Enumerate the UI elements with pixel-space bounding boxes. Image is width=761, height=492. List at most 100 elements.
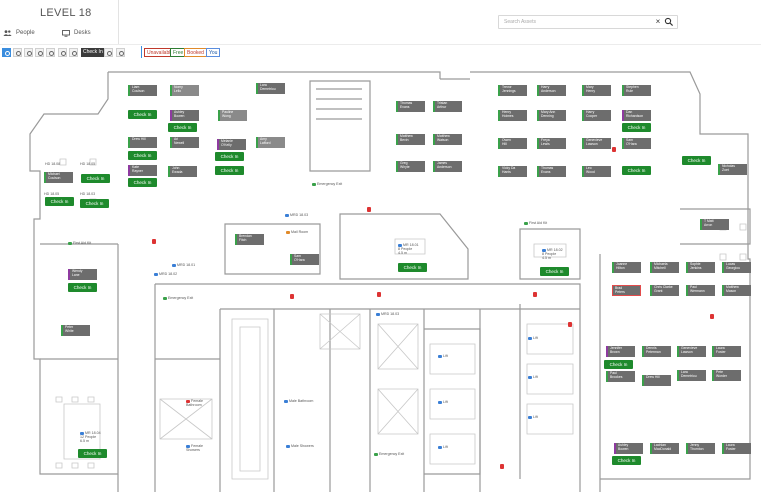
desk[interactable]: Jennifer Brown <box>606 346 635 357</box>
target-icon[interactable] <box>13 48 22 57</box>
desk[interactable]: Sam O'Hara <box>290 254 319 265</box>
desk[interactable]: Sophie Jenkins <box>686 262 715 273</box>
desk[interactable]: Thomas Evans <box>396 101 425 112</box>
desk[interactable]: Paul Brookes <box>606 371 635 382</box>
search-input[interactable] <box>499 16 649 28</box>
desk[interactable]: Henry Holmes <box>498 110 527 121</box>
gear-icon[interactable] <box>116 48 125 57</box>
desk[interactable]: Ashley Bowen <box>170 110 199 121</box>
check-in-button[interactable]: Check In <box>540 267 569 276</box>
desk[interactable]: Owen Hill <box>498 138 527 149</box>
trash-icon[interactable] <box>69 48 78 57</box>
desk[interactable]: Matthew Bevin <box>396 134 425 145</box>
check-in-button[interactable]: Check In <box>68 283 97 292</box>
link-icon[interactable] <box>104 48 113 57</box>
desk[interactable]: Harry Cooper <box>582 110 611 121</box>
desk[interactable]: Pauline Wong <box>218 110 247 121</box>
desk[interactable]: Matthew Watson <box>433 134 462 145</box>
tab-people[interactable]: People <box>3 26 35 40</box>
check-in-button[interactable]: Check In <box>215 152 244 161</box>
legend-booked[interactable]: Booked <box>184 48 207 57</box>
desk[interactable]: Laura Foster <box>722 443 751 454</box>
desk[interactable]: Joanne Hilton <box>612 262 641 273</box>
toolbar-check-in-button[interactable]: Check In <box>81 48 105 57</box>
desk[interactable]: Lara Demetriou <box>677 370 706 381</box>
check-in-button[interactable]: Check In <box>622 166 651 175</box>
meeting-room-1801[interactable]: MR 18.01 8 People 4.5 m <box>398 243 419 255</box>
desk-selected[interactable]: Brad Peters <box>612 285 641 296</box>
desk[interactable]: Freya Lewis <box>537 138 566 149</box>
desk[interactable]: James Anderson <box>433 161 462 172</box>
desk[interactable]: Jenny Thornton <box>686 443 715 454</box>
desk[interactable]: Dennis Peterman <box>642 346 671 357</box>
desk[interactable]: Nomy Lello <box>170 85 199 96</box>
check-in-button[interactable]: Check In <box>682 156 711 165</box>
desk[interactable]: Dan Richardson <box>622 110 651 121</box>
desk[interactable]: Thomas Evans <box>537 166 566 177</box>
desk[interactable]: Genevieve Lawson <box>677 346 706 357</box>
desk[interactable]: Mary Ann Denning <box>537 110 566 121</box>
desk[interactable]: Lucas Georgiou <box>722 262 751 273</box>
check-in-button[interactable]: Check In <box>168 123 197 132</box>
desk[interactable]: Trevor Jennings <box>498 85 527 96</box>
desk[interactable]: Drew Hill <box>128 137 157 148</box>
desk[interactable]: Leo Wood <box>582 166 611 177</box>
desk[interactable]: Ashley Bowen <box>614 443 643 454</box>
check-in-button[interactable]: Check In <box>80 199 109 208</box>
check-in-button[interactable]: Check In <box>622 123 651 132</box>
desk[interactable]: Matthew Mason <box>722 285 751 296</box>
check-in-button[interactable]: Check In <box>45 197 74 206</box>
desk[interactable]: Michaela Mitchell <box>650 262 679 273</box>
desk[interactable]: T Matt Arron <box>700 219 729 230</box>
desk[interactable]: Chris Clarke Grant <box>650 285 679 296</box>
desk[interactable]: Liam Coulson <box>128 85 157 96</box>
check-in-button[interactable]: Check In <box>128 110 157 119</box>
check-in-button[interactable]: Check In <box>215 166 244 175</box>
desk[interactable]: Amy Lafford <box>256 137 285 148</box>
desk[interactable]: Drew Hill <box>642 375 671 386</box>
desk[interactable]: Michael Coulson <box>44 172 73 183</box>
tab-desks[interactable]: Desks <box>62 26 91 40</box>
meeting-room-1804[interactable]: MR 18.04 12 People 6.5 m <box>80 431 101 443</box>
desk[interactable]: Melanie O'Kelly <box>217 139 246 150</box>
check-in-button[interactable]: Check In <box>612 456 641 465</box>
fit-icon[interactable] <box>46 48 55 57</box>
desk[interactable]: Greg Whyte <box>396 161 425 172</box>
check-in-button[interactable]: Check In <box>128 151 157 160</box>
emergency-exit-text: Emergency Exit <box>168 296 194 300</box>
desk[interactable]: Paul Wermann <box>686 285 715 296</box>
desk[interactable]: John Ewada <box>168 166 197 177</box>
search-icon[interactable] <box>664 17 674 27</box>
desk[interactable]: Nicholas Zoet <box>718 164 747 175</box>
desk[interactable]: Laura Foster <box>712 346 741 357</box>
check-in-button[interactable]: Check In <box>604 360 633 369</box>
check-in-button[interactable]: Check In <box>78 449 107 458</box>
pencil-icon[interactable] <box>2 48 11 57</box>
floor-plan[interactable]: HD 18.08 HD 18.05 HD 18.03 HD 18.05 Emer… <box>0 59 761 492</box>
desk[interactable]: Sam O'Hara <box>622 138 651 149</box>
desk[interactable]: Brendan Fitch <box>235 234 264 245</box>
desk[interactable]: Pete Worder <box>712 370 741 381</box>
desk[interactable]: Harry Anderson <box>537 85 566 96</box>
desk[interactable]: Peter White <box>61 325 90 336</box>
desk[interactable]: Stephen Rule <box>622 85 651 96</box>
check-in-button[interactable]: Check In <box>81 174 110 183</box>
zoom-out-icon[interactable] <box>35 48 44 57</box>
check-in-button[interactable]: Check In <box>398 263 427 272</box>
zoom-in-icon[interactable] <box>24 48 33 57</box>
desk[interactable]: Mary Henry <box>582 85 611 96</box>
desk[interactable]: Vicky Da Hants <box>498 166 527 177</box>
meeting-room-1802[interactable]: MR 18.02 8 People 4.5 m <box>542 248 563 260</box>
check-in-button[interactable]: Check In <box>128 178 157 187</box>
print-icon[interactable] <box>58 48 67 57</box>
legend-you[interactable]: You <box>206 48 221 57</box>
desk[interactable]: Tristan Arthur <box>433 101 462 112</box>
desk[interactable]: Kate Rayner <box>128 165 157 176</box>
desk[interactable]: Ari Newell <box>170 137 199 148</box>
desk[interactable]: Wendy Lane <box>68 269 97 280</box>
desk[interactable]: Lara Demetriou <box>256 83 285 94</box>
close-icon[interactable]: × <box>654 17 662 27</box>
desk-occupant-last: Newell <box>174 140 185 145</box>
desk[interactable]: Genevieve Lawson <box>582 138 611 149</box>
desk[interactable]: Lachlan MacDonald <box>650 443 679 454</box>
